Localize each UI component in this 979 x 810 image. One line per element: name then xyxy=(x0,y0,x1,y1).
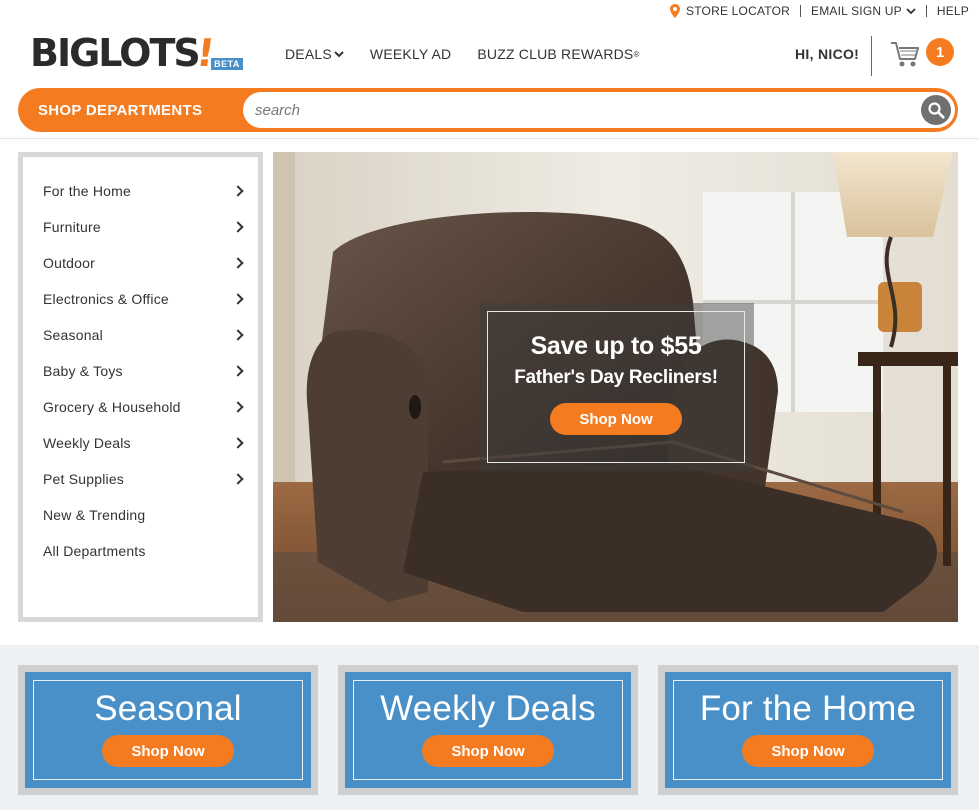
nav-deals[interactable]: DEALS xyxy=(285,46,344,62)
department-label: Weekly Deals xyxy=(43,435,131,451)
location-pin-icon xyxy=(670,4,681,18)
department-label: Outdoor xyxy=(43,255,95,271)
tile-shop-now-button[interactable]: Shop Now xyxy=(102,735,234,767)
store-locator-link[interactable]: STORE LOCATOR xyxy=(660,4,800,18)
tile-title: Weekly Deals xyxy=(380,689,596,728)
chevron-right-icon xyxy=(232,221,244,233)
tile-frame: For the Home Shop Now xyxy=(673,680,943,780)
tile-frame: Seasonal Shop Now xyxy=(33,680,303,780)
department-label: Furniture xyxy=(43,219,101,235)
help-link[interactable]: HELP xyxy=(927,4,979,18)
search-bar: SHOP DEPARTMENTS xyxy=(18,88,958,132)
email-signup-dropdown[interactable]: EMAIL SIGN UP xyxy=(801,4,926,18)
cart-count-badge[interactable]: 1 xyxy=(926,38,954,66)
department-item[interactable]: Outdoor xyxy=(23,245,258,281)
department-label: All Departments xyxy=(43,543,146,559)
department-item[interactable]: Baby & Toys xyxy=(23,353,258,389)
tile-for-the-home[interactable]: For the Home Shop Now xyxy=(658,665,958,795)
department-item[interactable]: All Departments xyxy=(23,533,258,569)
chevron-down-icon xyxy=(334,51,344,58)
chevron-right-icon xyxy=(232,329,244,341)
chevron-right-icon xyxy=(232,365,244,377)
tile-frame: Weekly Deals Shop Now xyxy=(353,680,623,780)
tile-title: Seasonal xyxy=(94,689,242,728)
chevron-down-icon xyxy=(906,8,916,15)
tile-panel: Seasonal Shop Now xyxy=(25,672,311,788)
email-signup-label: EMAIL SIGN UP xyxy=(811,4,902,18)
chevron-right-icon xyxy=(232,257,244,269)
chevron-right-icon xyxy=(232,293,244,305)
promo-headline: Save up to $55 xyxy=(530,332,702,360)
chevron-right-icon xyxy=(232,437,244,449)
chevron-right-icon xyxy=(232,185,244,197)
department-label: Grocery & Household xyxy=(43,399,181,415)
main-nav: DEALS WEEKLY AD BUZZ CLUB REWARDS ® xyxy=(285,46,666,62)
tile-shop-now-button[interactable]: Shop Now xyxy=(742,735,874,767)
tile-panel: Weekly Deals Shop Now xyxy=(345,672,631,788)
tile-title: For the Home xyxy=(699,689,917,728)
shop-departments-button[interactable]: SHOP DEPARTMENTS xyxy=(18,102,242,119)
department-item[interactable]: Electronics & Office xyxy=(23,281,258,317)
nav-weekly-ad-label: WEEKLY AD xyxy=(369,46,452,62)
chevron-right-icon xyxy=(232,401,244,413)
tile-weekly-deals[interactable]: Weekly Deals Shop Now xyxy=(338,665,638,795)
department-item[interactable]: Pet Supplies xyxy=(23,461,258,497)
nav-weekly-ad[interactable]: WEEKLY AD xyxy=(370,46,451,62)
divider xyxy=(871,36,872,76)
department-label: Pet Supplies xyxy=(43,471,125,487)
department-label: Baby & Toys xyxy=(43,363,123,379)
department-item[interactable]: Weekly Deals xyxy=(23,425,258,461)
promo-box: Save up to $55 Father's Day Recliners! S… xyxy=(487,311,745,463)
department-menu: For the Home Furniture Outdoor Electronics … xyxy=(18,152,263,622)
department-label: Electronics & Office xyxy=(43,291,169,307)
hero-shop-now-button[interactable]: Shop Now xyxy=(550,403,682,435)
department-label: For the Home xyxy=(43,183,131,199)
tile-seasonal[interactable]: Seasonal Shop Now xyxy=(18,665,318,795)
biglots-logo[interactable]: BIGLOTS ! BETA xyxy=(30,31,243,75)
hero-banner[interactable]: Save up to $55 Father's Day Recliners! S… xyxy=(273,152,958,622)
beta-badge: BETA xyxy=(211,58,243,70)
department-label: Seasonal xyxy=(43,327,103,343)
chevron-right-icon xyxy=(232,473,244,485)
search-input[interactable] xyxy=(243,92,903,128)
department-item[interactable]: Furniture xyxy=(23,209,258,245)
search-button[interactable] xyxy=(921,95,951,125)
department-item[interactable]: New & Trending xyxy=(23,497,258,533)
promo-subhead: Father's Day Recliners! xyxy=(514,367,718,388)
department-item[interactable]: Seasonal xyxy=(23,317,258,353)
account-greeting[interactable]: HI, NICO! xyxy=(795,46,859,62)
help-label: HELP xyxy=(936,4,969,18)
nav-buzz-club[interactable]: BUZZ CLUB REWARDS ® xyxy=(477,46,639,62)
utility-bar: STORE LOCATOR EMAIL SIGN UP HELP xyxy=(660,0,979,22)
nav-deals-label: DEALS xyxy=(285,46,332,62)
logo-wordmark: BIGLOTS xyxy=(30,31,201,75)
department-item[interactable]: Grocery & Household xyxy=(23,389,258,425)
department-label: New & Trending xyxy=(43,507,146,523)
shopping-cart-icon[interactable] xyxy=(890,38,920,70)
tile-panel: For the Home Shop Now xyxy=(665,672,951,788)
department-list: For the Home Furniture Outdoor Electronics … xyxy=(23,157,258,569)
store-locator-label: STORE LOCATOR xyxy=(686,4,790,18)
search-field-wrapper xyxy=(243,92,955,128)
nav-buzz-club-label: BUZZ CLUB REWARDS xyxy=(477,46,634,62)
registered-mark: ® xyxy=(633,49,640,59)
header-divider xyxy=(0,138,979,139)
search-icon xyxy=(928,102,945,119)
tile-shop-now-button[interactable]: Shop Now xyxy=(422,735,554,767)
department-item[interactable]: For the Home xyxy=(23,173,258,209)
